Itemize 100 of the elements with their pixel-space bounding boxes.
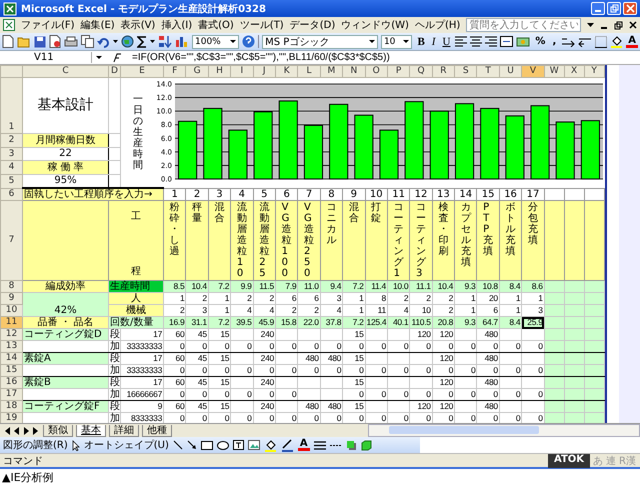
3d-box-icon[interactable] bbox=[360, 440, 372, 450]
horizontal-scrollbar[interactable] bbox=[368, 424, 640, 437]
column-header[interactable]: Y bbox=[584, 66, 604, 78]
zoom-dropdown[interactable]: 100% bbox=[192, 34, 240, 48]
column-header[interactable]: I bbox=[230, 66, 254, 78]
row-header[interactable]: 18 bbox=[0, 400, 22, 412]
row-header[interactable]: 19 bbox=[0, 412, 22, 423]
increase-decimal-icon[interactable] bbox=[561, 36, 576, 47]
row-header[interactable]: 2 bbox=[0, 134, 22, 148]
menu-item[interactable]: データ(D) bbox=[290, 18, 336, 32]
align-right-icon[interactable] bbox=[485, 36, 498, 47]
line-color-icon[interactable] bbox=[280, 438, 294, 452]
column-header[interactable]: S bbox=[454, 66, 477, 78]
column-header[interactable]: J bbox=[253, 66, 276, 78]
last-sheet-icon[interactable] bbox=[32, 426, 40, 434]
column-header[interactable]: V bbox=[522, 66, 544, 78]
column-header[interactable]: F bbox=[164, 66, 186, 78]
column-header[interactable]: N bbox=[342, 66, 366, 78]
document-icon[interactable] bbox=[49, 35, 61, 48]
menu-item[interactable]: 編集(E) bbox=[80, 18, 115, 32]
row-header[interactable]: 16 bbox=[0, 376, 22, 388]
new-document-icon[interactable] bbox=[2, 35, 14, 48]
insert-function-icon[interactable] bbox=[112, 52, 122, 62]
fill-color-icon[interactable] bbox=[610, 35, 624, 48]
oval-icon[interactable] bbox=[216, 440, 229, 450]
menu-item[interactable]: 表示(V) bbox=[120, 18, 156, 32]
autoshapes-button[interactable]: オートシェイプ(U) bbox=[84, 438, 169, 452]
menu-item[interactable]: ファイル(F) bbox=[21, 18, 75, 32]
undo-icon[interactable] bbox=[97, 36, 110, 48]
align-center-icon[interactable] bbox=[470, 36, 482, 47]
arrow-icon[interactable] bbox=[186, 440, 197, 450]
fill-color-icon[interactable] bbox=[264, 438, 277, 452]
previous-sheet-icon[interactable] bbox=[14, 426, 20, 434]
row-header[interactable]: 8 bbox=[0, 280, 22, 292]
print-icon[interactable] bbox=[64, 36, 78, 48]
picture-icon[interactable] bbox=[248, 440, 260, 450]
bar-chart-icon[interactable] bbox=[175, 35, 189, 48]
close-icon[interactable] bbox=[629, 21, 637, 29]
next-sheet-icon[interactable] bbox=[23, 426, 29, 434]
merge-center-icon[interactable] bbox=[500, 36, 514, 47]
column-header[interactable]: K bbox=[275, 66, 298, 78]
first-sheet-icon[interactable] bbox=[3, 426, 11, 434]
column-header[interactable]: Q bbox=[410, 66, 432, 78]
menu-item[interactable]: ツール(T) bbox=[240, 18, 284, 32]
column-header[interactable]: X bbox=[564, 66, 584, 78]
column-header[interactable]: T bbox=[476, 66, 500, 78]
row-header[interactable]: 12 bbox=[0, 328, 22, 340]
row-header[interactable]: 5 bbox=[0, 174, 22, 188]
decrease-decimal-icon[interactable] bbox=[578, 36, 592, 47]
column-header[interactable]: O bbox=[365, 66, 388, 78]
row-header[interactable]: 1 bbox=[0, 78, 22, 134]
formula-field[interactable]: =IF(OR(V6="",$C$3="",$C$5=""),"",BL11/60/($C$3*$C$5)) bbox=[132, 52, 390, 63]
vertical-scrollbar[interactable] bbox=[604, 65, 640, 423]
close-button[interactable] bbox=[623, 2, 637, 15]
row-header[interactable]: 11 bbox=[0, 316, 22, 328]
borders-icon[interactable] bbox=[595, 36, 608, 48]
help-icon[interactable] bbox=[242, 35, 256, 48]
dropdown-arrow-icon[interactable] bbox=[587, 22, 594, 28]
sheet-tab[interactable]: 類似 bbox=[43, 424, 73, 436]
row-header[interactable]: 4 bbox=[0, 160, 22, 174]
save-icon[interactable] bbox=[34, 36, 46, 48]
copy-icon[interactable] bbox=[81, 35, 94, 48]
row-header[interactable]: 3 bbox=[0, 148, 22, 160]
line-style-icon[interactable] bbox=[314, 440, 326, 450]
comma-style-button[interactable]: , bbox=[550, 36, 558, 47]
minimize-button[interactable] bbox=[591, 2, 605, 15]
row-header[interactable]: 9 bbox=[0, 292, 22, 304]
shadow-icon[interactable] bbox=[346, 440, 357, 450]
menu-item[interactable]: 書式(O) bbox=[198, 18, 234, 32]
font-size-dropdown[interactable]: 10 bbox=[380, 34, 412, 48]
sheet-tab[interactable]: 詳細 bbox=[109, 424, 139, 436]
folder-icon[interactable] bbox=[17, 36, 31, 48]
row-header[interactable]: 17 bbox=[0, 388, 22, 400]
column-header[interactable]: R bbox=[432, 66, 455, 78]
row-header[interactable]: 10 bbox=[0, 304, 22, 316]
menu-item[interactable]: ウィンドウ(W) bbox=[341, 18, 409, 32]
draw-menu-button[interactable]: 図形の調整(R) bbox=[3, 438, 68, 452]
column-header[interactable]: U bbox=[499, 66, 522, 78]
font-dropdown[interactable]: MS Pゴシック bbox=[262, 34, 378, 48]
ime-mode[interactable]: ATOK bbox=[548, 454, 590, 468]
sheet-tab[interactable]: 基本 bbox=[76, 424, 106, 436]
column-header[interactable]: M bbox=[320, 66, 343, 78]
column-header[interactable]: G bbox=[186, 66, 208, 78]
sum-icon[interactable] bbox=[137, 36, 147, 48]
row-header[interactable]: 6 bbox=[0, 188, 22, 200]
underline-button[interactable]: U bbox=[440, 36, 452, 48]
row-header[interactable]: 7 bbox=[0, 200, 22, 280]
dropdown-arrow-icon[interactable] bbox=[96, 56, 102, 60]
menu-item[interactable]: ヘルプ(H) bbox=[414, 18, 460, 32]
column-header[interactable]: H bbox=[208, 66, 231, 78]
dropdown-arrow-icon[interactable] bbox=[113, 40, 118, 44]
bold-button[interactable]: B bbox=[415, 36, 427, 48]
percent-style-button[interactable]: % bbox=[533, 36, 548, 47]
row-header[interactable]: 15 bbox=[0, 364, 22, 376]
align-left-icon[interactable] bbox=[455, 36, 468, 47]
rectangle-icon[interactable] bbox=[200, 440, 213, 450]
text-box-icon[interactable] bbox=[232, 440, 244, 450]
sheet-tab[interactable]: 他種 bbox=[142, 424, 172, 436]
restore-button[interactable] bbox=[607, 2, 621, 15]
menu-item[interactable]: 挿入(I) bbox=[161, 18, 192, 32]
